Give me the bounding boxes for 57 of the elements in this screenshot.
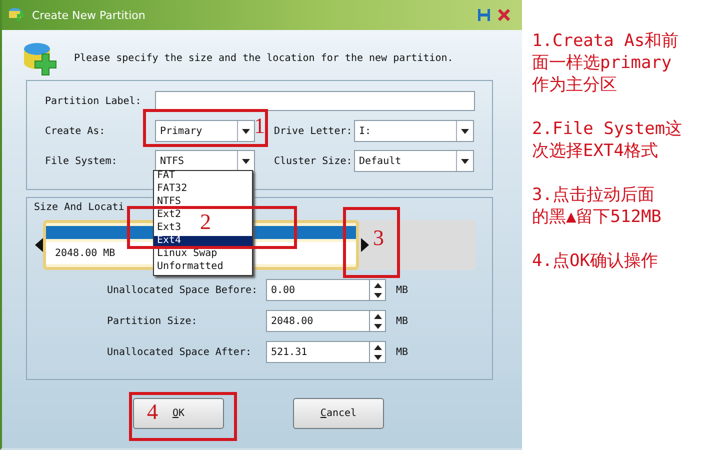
caret-icon <box>242 158 250 164</box>
dropdown-option[interactable]: Ext4 <box>154 236 252 246</box>
dropdown-option[interactable]: FAT32 <box>154 184 190 194</box>
dialog-button[interactable]: Cancel <box>293 398 384 429</box>
spin-buttons[interactable] <box>370 310 386 332</box>
dropdown-option[interactable]: Linux Swap <box>154 249 220 259</box>
input-field[interactable] <box>155 91 475 111</box>
unit-label: MB <box>396 284 408 296</box>
partition-size-text: 2048.00 MB <box>54 246 116 260</box>
number-field[interactable]: 2048.00 <box>266 310 370 332</box>
step-number: 4 <box>147 400 158 424</box>
dropdown-option[interactable]: Ext2 <box>154 210 184 220</box>
close-icon[interactable] <box>498 9 510 21</box>
instruction-note: 次选择EXT4格式 <box>532 140 658 162</box>
instruction-note: 2.File System这 <box>532 118 682 140</box>
spin-buttons[interactable] <box>370 279 386 301</box>
unit-label: MB <box>396 316 408 326</box>
instruction-text: Please specify the size and the location for the new partition. <box>74 52 454 64</box>
instruction-note: 作为主分区 <box>532 74 617 96</box>
window-title: Create New Partition <box>32 8 146 22</box>
number-field[interactable]: 521.31 <box>266 341 370 363</box>
instruction-note: 1.Creata As和前 <box>532 30 679 52</box>
group-title: Size And Locati <box>34 202 124 215</box>
highlight-box <box>343 207 400 278</box>
dropdown-option[interactable]: Ext3 <box>154 223 184 233</box>
instruction-note: 4.点OK确认操作 <box>532 250 658 272</box>
left-arrow-icon[interactable] <box>35 238 43 252</box>
caret-icon <box>242 128 250 134</box>
instruction-note: 的黑▲留下512MB <box>532 206 662 228</box>
dropdown[interactable]: Default <box>354 150 474 172</box>
step-number: 3 <box>373 226 384 250</box>
field-label: File System: <box>45 156 118 166</box>
caret-icon <box>461 128 469 134</box>
split-icon[interactable] <box>478 8 490 22</box>
dropdown[interactable]: I: <box>354 120 474 142</box>
field-label: Unallocated Space After: <box>107 346 252 358</box>
field-label: Cluster Size: <box>274 156 354 166</box>
disk-plus-icon <box>22 40 58 76</box>
spin-buttons[interactable] <box>370 341 386 363</box>
dropdown-option[interactable]: NTFS <box>154 197 184 207</box>
unit-label: MB <box>396 346 408 358</box>
field-label: Partition Label: <box>45 96 142 106</box>
number-field[interactable]: 0.00 <box>266 279 370 301</box>
instruction-note: 3.点击拉动后面 <box>532 184 654 206</box>
dropdown[interactable]: NTFS <box>155 150 255 172</box>
instruction-note: 面一样选primary <box>532 52 672 74</box>
dropdown-option[interactable]: Unformatted <box>154 262 226 272</box>
dropdown-option[interactable]: FAT <box>154 171 178 181</box>
caret-icon <box>461 158 469 164</box>
dropdown[interactable]: Primary <box>155 120 255 142</box>
step-number: 1 <box>254 114 265 138</box>
field-label: Create As: <box>45 126 106 136</box>
field-label: Unallocated Space Before: <box>107 284 259 296</box>
disk-plus-icon <box>8 7 24 23</box>
field-label: Partition Size: <box>107 316 198 326</box>
field-label: Drive Letter: <box>274 126 354 136</box>
right-arrow-icon[interactable] <box>361 238 370 252</box>
